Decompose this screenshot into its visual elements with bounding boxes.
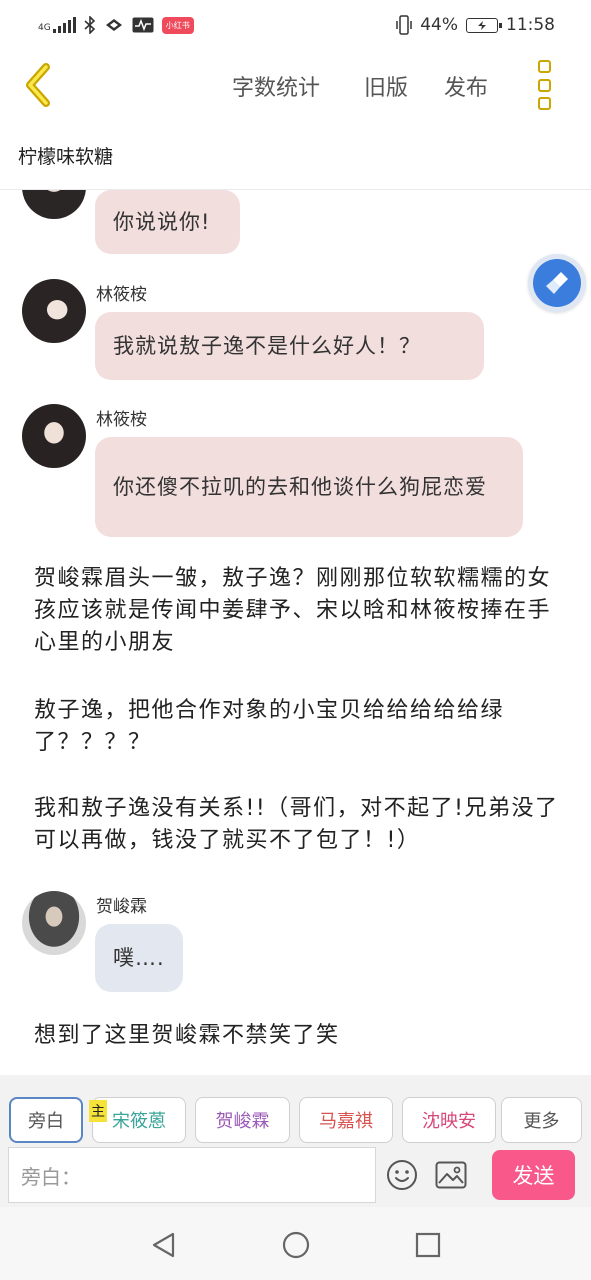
- smiley-icon: [387, 1160, 417, 1190]
- battery-percent: 44%: [420, 15, 458, 35]
- more-menu-button[interactable]: [532, 60, 556, 110]
- role-chip-label: 马嘉祺: [319, 1111, 373, 1132]
- chat-bubble[interactable]: 你说说你!: [95, 190, 240, 254]
- chat-area[interactable]: 你说说你! 林筱桉 我就说敖子逸不是什么好人！？ 林筱桉 你还傻不拉叽的去和他谈…: [0, 190, 591, 1075]
- role-chip-label: 沈映安: [422, 1111, 476, 1132]
- narration-text[interactable]: 想到了这里贺峻霖不禁笑了笑: [34, 1020, 564, 1052]
- narration-text[interactable]: 我和敖子逸没有关系!!（哥们，对不起了!兄弟没了可以再做，钱没了就买不了包了！!…: [34, 793, 564, 857]
- clock: 11:58: [506, 15, 555, 35]
- role-chip-narrator[interactable]: 旁白: [9, 1097, 83, 1143]
- more-dot-icon: [537, 78, 551, 92]
- vibrate-icon: [396, 15, 412, 35]
- role-chip-he[interactable]: 贺峻霖: [195, 1097, 290, 1143]
- publish-button[interactable]: 发布: [444, 70, 488, 102]
- activity-icon: [132, 17, 154, 33]
- role-chip-ma[interactable]: 马嘉祺: [299, 1097, 393, 1143]
- bubble-text: 你还傻不拉叽的去和他谈什么狗屁恋爱: [113, 475, 487, 499]
- battery-icon: [466, 17, 502, 33]
- square-recents-icon: [415, 1232, 441, 1258]
- more-dot-icon: [537, 97, 551, 110]
- role-chip-label: 旁白: [28, 1111, 64, 1132]
- bubble-text: 噗….: [113, 946, 165, 970]
- status-bar: 4G 小红书 44% 11:58: [0, 0, 591, 50]
- top-bar: 字数统计 旧版 发布: [0, 50, 591, 122]
- signal-icon: [52, 17, 76, 33]
- role-chip-label: 更多: [523, 1111, 560, 1132]
- role-chip-label: 贺峻霖: [215, 1111, 270, 1132]
- word-count-button[interactable]: 字数统计: [232, 70, 320, 102]
- narration-text[interactable]: 贺峻霖眉头一皱，敖子逸？刚刚那位软软糯糯的女孩应该就是传闻中姜肆予、宋以晗和林筱…: [34, 563, 564, 659]
- emoji-button[interactable]: [386, 1159, 418, 1191]
- old-version-button[interactable]: 旧版: [364, 70, 408, 102]
- avatar[interactable]: [22, 190, 86, 219]
- chevron-left-icon: [26, 63, 50, 107]
- bubble-text: 我就说敖子逸不是什么好人！？: [113, 334, 421, 358]
- avatar[interactable]: [22, 404, 86, 468]
- role-chip-shen[interactable]: 沈映安: [402, 1097, 496, 1143]
- send-button[interactable]: 发送: [492, 1150, 575, 1200]
- nav-back-button[interactable]: [150, 1231, 178, 1259]
- status-left: 4G 小红书: [38, 16, 194, 34]
- speaker-name: 贺峻霖: [96, 897, 147, 917]
- signal-indicator: 4G: [38, 17, 76, 33]
- speaker-name: 林筱桉: [96, 285, 147, 305]
- message-input[interactable]: 旁白：: [8, 1147, 376, 1203]
- bluetooth-icon: [84, 16, 95, 34]
- back-button[interactable]: [20, 62, 60, 108]
- broom-icon: [546, 272, 568, 294]
- send-label: 发送: [512, 1164, 555, 1188]
- chat-bubble[interactable]: 我就说敖子逸不是什么好人！？: [95, 312, 484, 380]
- floating-clean-button[interactable]: [528, 254, 586, 312]
- status-right: 44% 11:58: [396, 15, 555, 35]
- input-placeholder: 旁白：: [21, 1164, 81, 1189]
- avatar[interactable]: [22, 891, 86, 955]
- system-nav-bar: [0, 1207, 591, 1280]
- triangle-back-icon: [152, 1232, 175, 1258]
- image-button[interactable]: [435, 1161, 467, 1189]
- compose-panel: 旁白 宋筱蒽 主 贺峻霖 马嘉祺 沈映安 更多 旁白： 发送: [0, 1075, 591, 1207]
- nav-home-button[interactable]: [282, 1231, 310, 1259]
- nfc-icon: [105, 19, 122, 31]
- image-icon: [435, 1161, 467, 1189]
- role-chip-label: 宋筱蒽: [112, 1111, 166, 1132]
- narration-text[interactable]: 敖子逸，把他合作对象的小宝贝给给给给给绿了？？？？: [34, 695, 564, 759]
- speaker-name: 林筱桉: [96, 410, 147, 430]
- chat-bubble[interactable]: 噗….: [95, 924, 183, 992]
- circle-home-icon: [282, 1231, 310, 1259]
- more-dot-icon: [537, 60, 551, 73]
- avatar[interactable]: [22, 279, 86, 343]
- bubble-text: 你说说你!: [113, 210, 211, 234]
- network-type: 4G: [38, 23, 51, 33]
- chat-bubble[interactable]: 你还傻不拉叽的去和他谈什么狗屁恋爱: [95, 437, 523, 537]
- app-badge-icon: 小红书: [161, 16, 194, 34]
- role-chip-more[interactable]: 更多: [501, 1097, 582, 1143]
- nav-recents-button[interactable]: [414, 1231, 442, 1259]
- main-role-tag: 主: [89, 1100, 107, 1122]
- book-title: 柠檬味软糖: [18, 146, 114, 168]
